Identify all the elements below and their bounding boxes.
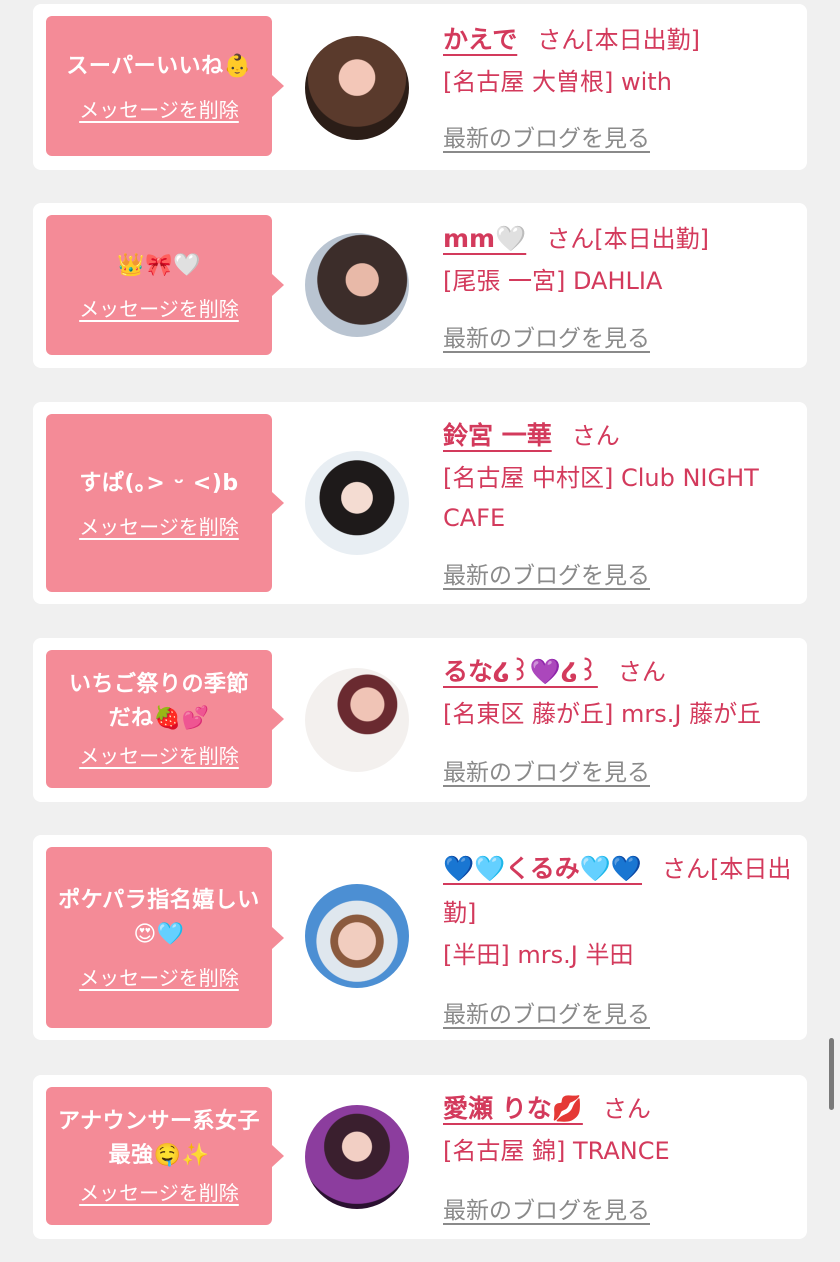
cast-name-link[interactable]: 鈴宮 一華: [443, 421, 552, 450]
shop-name: [半田] mrs.J 半田: [443, 941, 634, 969]
message-card: アナウンサー系女子最強🤤✨ メッセージを削除 愛瀬 りな💋 さん [名古屋 錦] …: [33, 1075, 807, 1239]
latest-blog-link[interactable]: 最新のブログを見る: [443, 753, 650, 787]
cast-name-link[interactable]: るな໒꒱💜໒꒱: [443, 657, 598, 686]
message-text: アナウンサー系女子最強🤤✨: [57, 1108, 261, 1168]
cast-status: さん[本日出勤]: [537, 26, 700, 54]
message-bubble: ポケパラ指名嬉しい😍🩵 メッセージを削除: [46, 847, 272, 1028]
message-text: すぱ(｡> ᵕ <)b: [79, 470, 239, 496]
cast-info: るな໒꒱💜໒꒱ さん [名東区 藤が丘] mrs.J 藤が丘: [443, 650, 793, 734]
message-card: 👑🎀🤍 メッセージを削除 mm🤍 さん[本日出勤] [尾張 一宮] DAHLIA …: [33, 203, 807, 368]
delete-message-link[interactable]: メッセージを削除: [79, 740, 239, 769]
cast-status: さん: [617, 658, 666, 686]
cast-info: 鈴宮 一華 さん [名古屋 中村区] Club NIGHT CAFE: [443, 414, 793, 538]
message-card: すぱ(｡> ᵕ <)b メッセージを削除 鈴宮 一華 さん [名古屋 中村区] C…: [33, 402, 807, 604]
message-bubble: アナウンサー系女子最強🤤✨ メッセージを削除: [46, 1087, 272, 1225]
latest-blog-link[interactable]: 最新のブログを見る: [443, 119, 650, 153]
delete-message-link[interactable]: メッセージを削除: [79, 1177, 239, 1206]
shop-name: [名古屋 錦] TRANCE: [443, 1137, 670, 1165]
delete-message-link[interactable]: メッセージを削除: [79, 511, 239, 540]
shop-name: [尾張 一宮] DAHLIA: [443, 267, 663, 295]
message-bubble: いちご祭りの季節だね🍓💕 メッセージを削除: [46, 650, 272, 788]
cast-status: さん: [571, 422, 620, 450]
avatar[interactable]: [305, 668, 409, 772]
shop-name: [名古屋 中村区] Club NIGHT CAFE: [443, 464, 759, 532]
avatar[interactable]: [305, 451, 409, 555]
delete-message-link[interactable]: メッセージを削除: [79, 94, 239, 123]
cast-name-link[interactable]: かえで: [443, 25, 517, 54]
message-card: いちご祭りの季節だね🍓💕 メッセージを削除 るな໒꒱💜໒꒱ さん [名東区 藤が丘…: [33, 638, 807, 802]
message-text: 👑🎀🤍: [117, 252, 201, 278]
cast-name-link[interactable]: 愛瀬 りな💋: [443, 1094, 583, 1123]
avatar[interactable]: [305, 36, 409, 140]
avatar[interactable]: [305, 233, 409, 337]
latest-blog-link[interactable]: 最新のブログを見る: [443, 319, 650, 353]
avatar[interactable]: [305, 1105, 409, 1209]
delete-message-link[interactable]: メッセージを削除: [79, 962, 239, 991]
scrollbar[interactable]: [829, 1038, 834, 1110]
message-bubble: スーパーいいね👶 メッセージを削除: [46, 16, 272, 156]
cast-name-link[interactable]: mm🤍: [443, 224, 526, 253]
message-text: いちご祭りの季節だね🍓💕: [68, 671, 249, 731]
message-card: ポケパラ指名嬉しい😍🩵 メッセージを削除 💙🩵くるみ🩵💙 さん[本日出勤] [半田…: [33, 835, 807, 1040]
cast-status: さん: [602, 1095, 651, 1123]
latest-blog-link[interactable]: 最新のブログを見る: [443, 995, 650, 1029]
message-text: スーパーいいね👶: [66, 53, 252, 79]
cast-name-link[interactable]: 💙🩵くるみ🩵💙: [443, 854, 642, 883]
cast-info: 💙🩵くるみ🩵💙 さん[本日出勤] [半田] mrs.J 半田: [443, 847, 793, 975]
cast-status: さん[本日出勤]: [546, 225, 709, 253]
message-bubble: 👑🎀🤍 メッセージを削除: [46, 215, 272, 355]
cast-info: mm🤍 さん[本日出勤] [尾張 一宮] DAHLIA: [443, 217, 793, 301]
delete-message-link[interactable]: メッセージを削除: [79, 293, 239, 322]
message-bubble: すぱ(｡> ᵕ <)b メッセージを削除: [46, 414, 272, 592]
avatar[interactable]: [305, 884, 409, 988]
shop-name: [名東区 藤が丘] mrs.J 藤が丘: [443, 700, 762, 728]
shop-name: [名古屋 大曽根] with: [443, 68, 672, 96]
message-text: ポケパラ指名嬉しい😍🩵: [58, 888, 260, 947]
latest-blog-link[interactable]: 最新のブログを見る: [443, 556, 650, 590]
cast-info: かえで さん[本日出勤] [名古屋 大曽根] with: [443, 18, 793, 102]
latest-blog-link[interactable]: 最新のブログを見る: [443, 1191, 650, 1225]
message-card: スーパーいいね👶 メッセージを削除 かえで さん[本日出勤] [名古屋 大曽根] …: [33, 4, 807, 170]
cast-info: 愛瀬 りな💋 さん [名古屋 錦] TRANCE: [443, 1087, 793, 1171]
